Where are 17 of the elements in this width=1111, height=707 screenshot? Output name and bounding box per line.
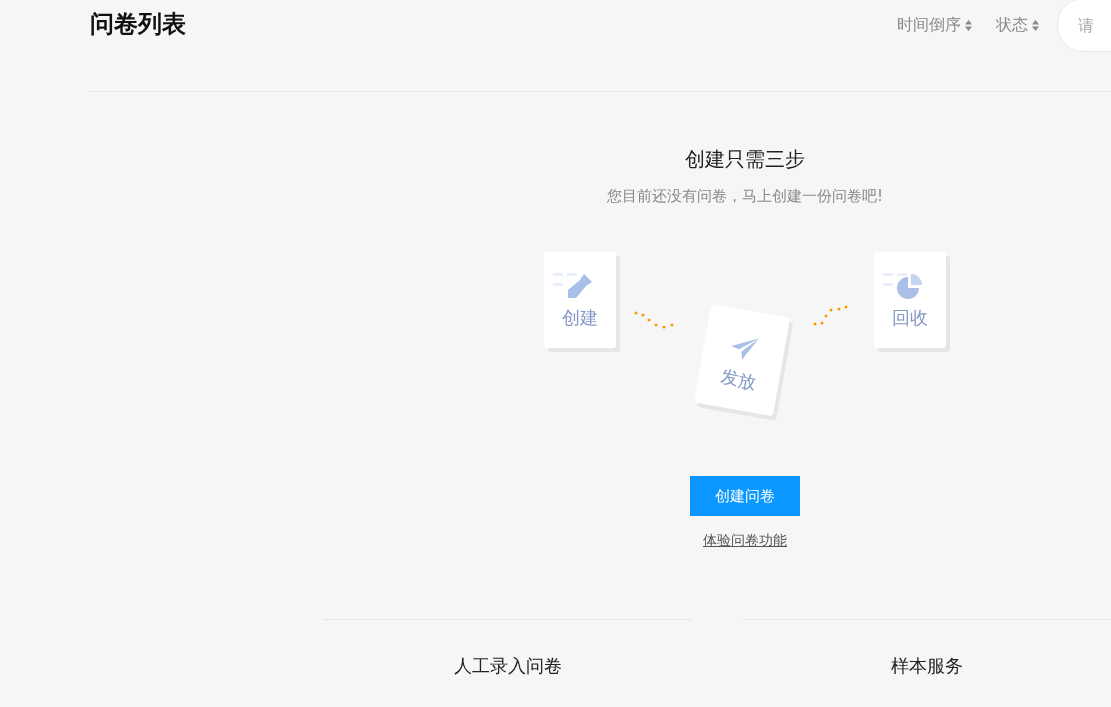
empty-title: 创建只需三步 bbox=[685, 146, 805, 173]
sort-button[interactable]: 时间倒序 bbox=[891, 14, 978, 36]
pen-icon bbox=[566, 272, 594, 300]
section-title: 人工录入问卷 bbox=[453, 654, 562, 678]
empty-subtitle: 您目前还没有问卷，马上创建一份问卷吧! bbox=[607, 187, 883, 206]
demo-link[interactable]: 体验问卷功能 bbox=[703, 532, 787, 550]
step-label: 发放 bbox=[718, 364, 759, 395]
page-title: 问卷列表 bbox=[90, 9, 186, 40]
sort-icon bbox=[1032, 19, 1039, 31]
search-field[interactable]: 请 bbox=[1057, 0, 1111, 52]
step-label: 回收 bbox=[892, 306, 928, 330]
step-label: 创建 bbox=[562, 306, 598, 330]
sort-button[interactable]: 状态 bbox=[990, 14, 1045, 36]
create-button[interactable]: 创建问卷 bbox=[690, 476, 800, 516]
sort-icon bbox=[965, 19, 972, 31]
section-title: 样本服务 bbox=[890, 654, 963, 678]
pie-chart-icon bbox=[896, 272, 924, 300]
